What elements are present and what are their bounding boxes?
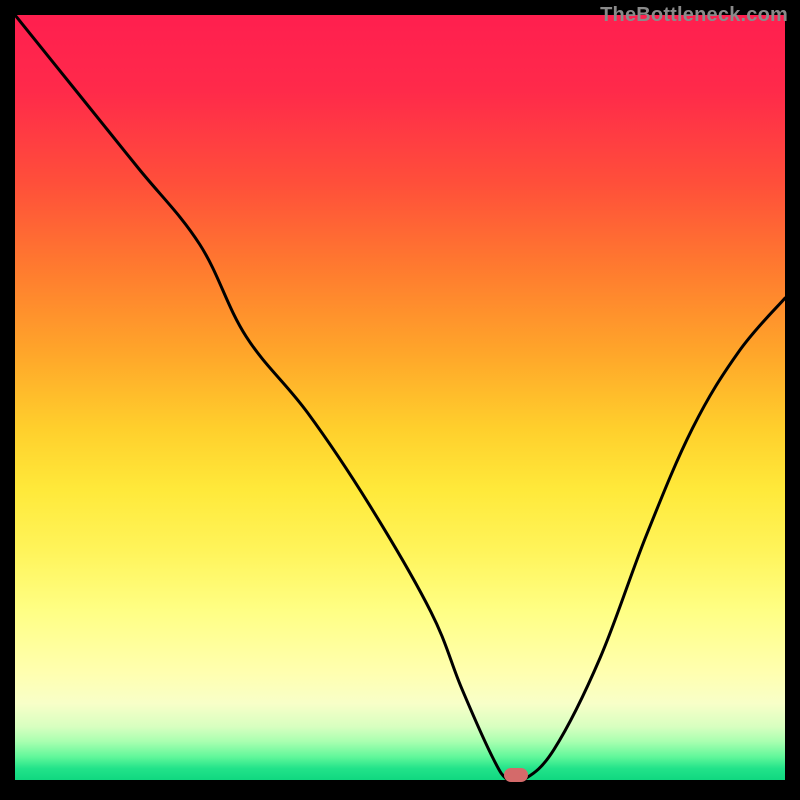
chart-stage: TheBottleneck.com	[0, 0, 800, 800]
watermark-text: TheBottleneck.com	[600, 4, 788, 27]
minimum-marker	[504, 768, 528, 782]
bottleneck-curve	[15, 15, 785, 780]
chart-plot-area	[15, 15, 785, 780]
chart-svg	[15, 15, 785, 780]
